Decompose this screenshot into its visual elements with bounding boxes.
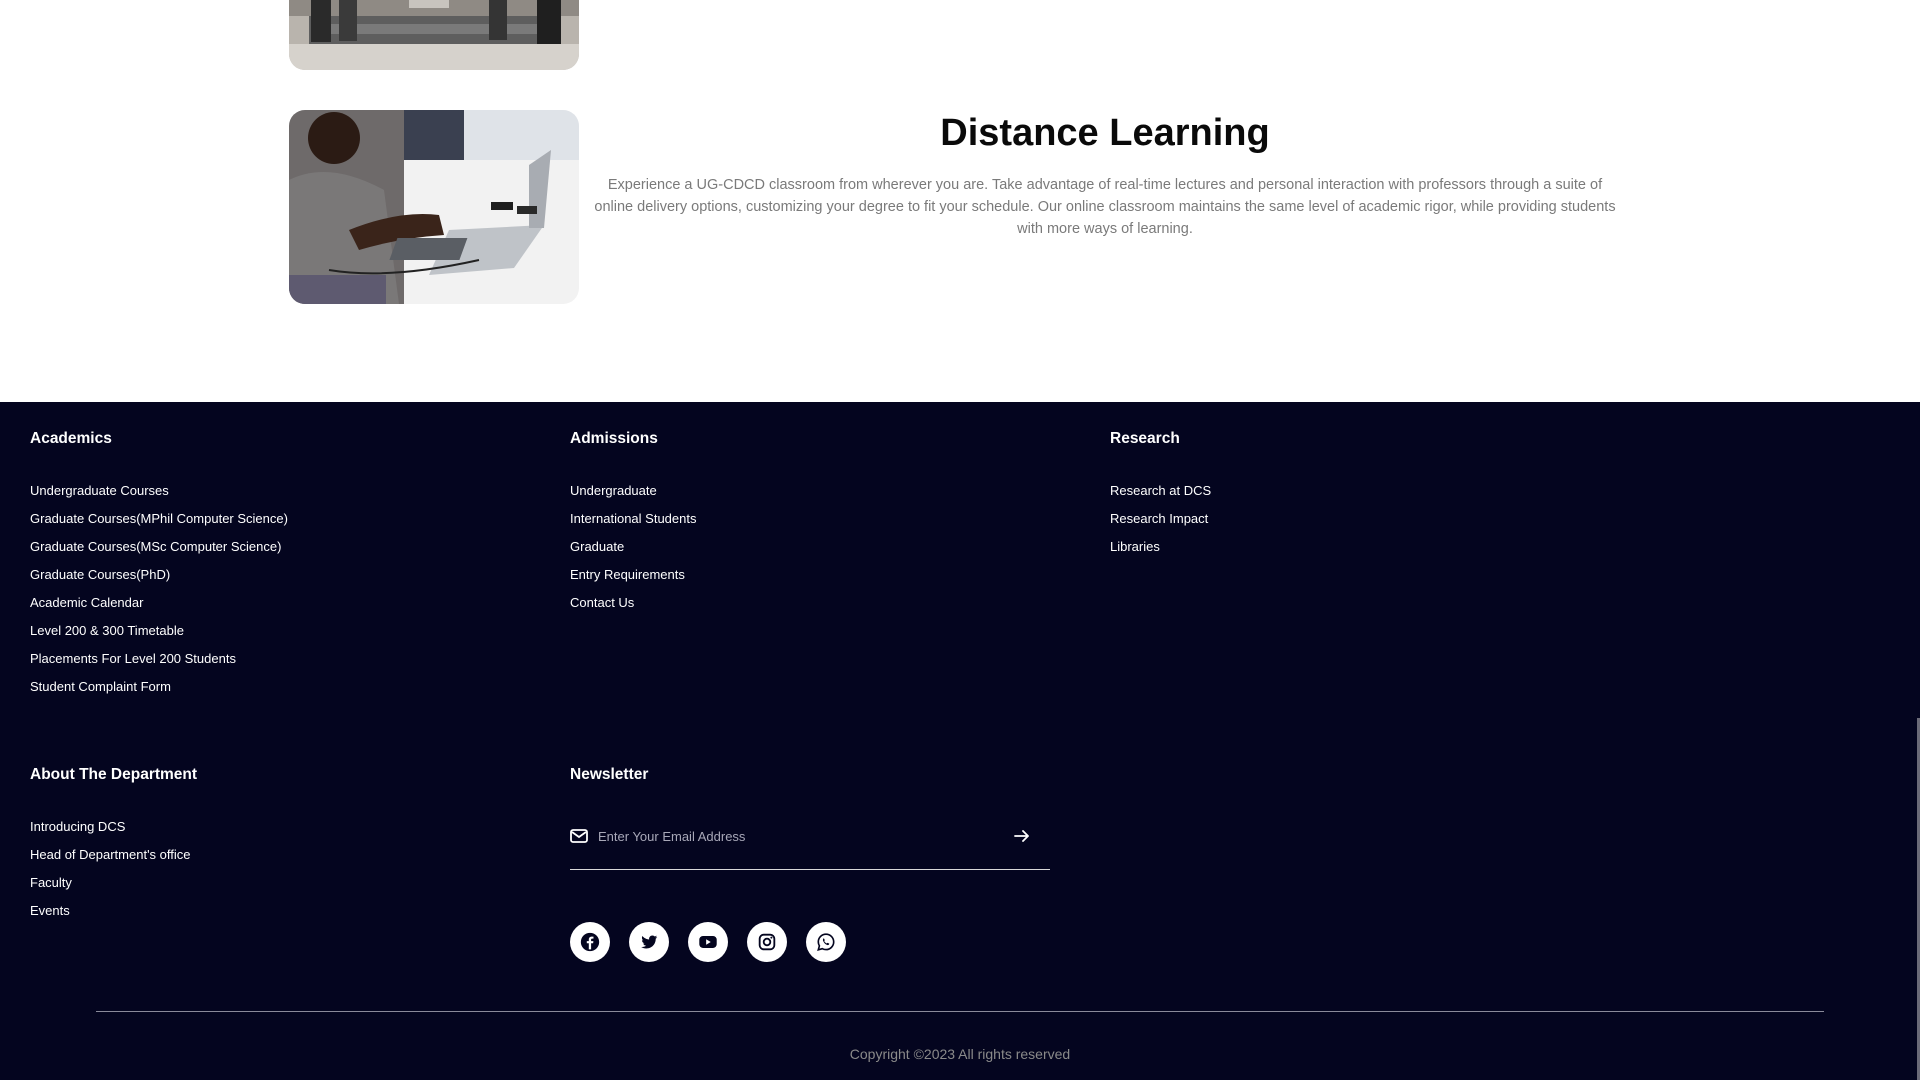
whatsapp-icon[interactable] [806,922,846,962]
footer-academics-title: Academics [30,430,112,447]
footer-link[interactable]: Placements For Level 200 Students [30,650,288,678]
content-section: Distance Learning Experience a UG-CDCD c… [0,0,1920,402]
footer-link[interactable]: Undergraduate [570,482,696,510]
footer-divider [96,1011,1824,1012]
footer-research-column: Research Research at DCS Research Impact… [1110,430,1211,566]
footer-about-links: Introducing DCS Head of Department's off… [30,818,197,930]
newsletter-title: Newsletter [570,766,649,783]
site-footer: Academics Undergraduate Courses Graduate… [0,402,1920,1080]
footer-link[interactable]: Graduate Courses(MPhil Computer Science) [30,510,288,538]
footer-link[interactable]: Academic Calendar [30,594,288,622]
footer-academics-column: Academics Undergraduate Courses Graduate… [30,430,288,706]
facebook-icon[interactable] [570,922,610,962]
footer-link[interactable]: Level 200 & 300 Timetable [30,622,288,650]
footer-admissions-column: Admissions Undergraduate International S… [570,430,696,622]
envelope-icon [570,828,588,844]
footer-link[interactable]: Contact Us [570,594,696,622]
footer-admissions-title: Admissions [570,430,658,447]
footer-about-column: About The Department Introducing DCS Hea… [30,766,197,930]
footer-academics-links: Undergraduate Courses Graduate Courses(M… [30,482,288,706]
distance-learning-description: Experience a UG-CDCD classroom from wher… [594,177,1616,237]
footer-link[interactable]: Events [30,902,197,930]
footer-research-links: Research at DCS Research Impact Librarie… [1110,482,1211,566]
footer-link[interactable]: Undergraduate Courses [30,482,288,510]
footer-link[interactable]: Introducing DCS [30,818,197,846]
newsletter-email-input[interactable] [598,824,978,848]
footer-link[interactable]: Research Impact [1110,510,1211,538]
laptop-student-photo [289,110,579,304]
footer-link[interactable]: Research at DCS [1110,482,1211,510]
footer-link[interactable]: International Students [570,510,696,538]
newsletter-submit-button[interactable] [1012,826,1032,846]
social-links [570,922,846,962]
footer-link[interactable]: Head of Department's office [30,846,197,874]
distance-learning-title: Distance Learning [940,112,1270,154]
footer-admissions-links: Undergraduate International Students Gra… [570,482,696,622]
footer-newsletter-column: Newsletter [570,766,1050,870]
footer-research-title: Research [1110,430,1180,447]
twitter-icon[interactable] [629,922,669,962]
youtube-icon[interactable] [688,922,728,962]
footer-link[interactable]: Entry Requirements [570,566,696,594]
newsletter-form [570,818,1050,870]
footer-link[interactable]: Graduate Courses(PhD) [30,566,288,594]
footer-link[interactable]: Faculty [30,874,197,902]
footer-link[interactable]: Student Complaint Form [30,678,288,706]
footer-link[interactable]: Graduate [570,538,696,566]
copyright-text: Copyright ©2023 All rights reserved [849,1046,1071,1062]
arrow-right-icon [1014,830,1029,842]
footer-about-title: About The Department [30,766,198,783]
footer-link[interactable]: Graduate Courses(MSc Computer Science) [30,538,288,566]
footer-link[interactable]: Libraries [1110,538,1211,566]
instagram-icon[interactable] [747,922,787,962]
classroom-photo [289,0,579,70]
